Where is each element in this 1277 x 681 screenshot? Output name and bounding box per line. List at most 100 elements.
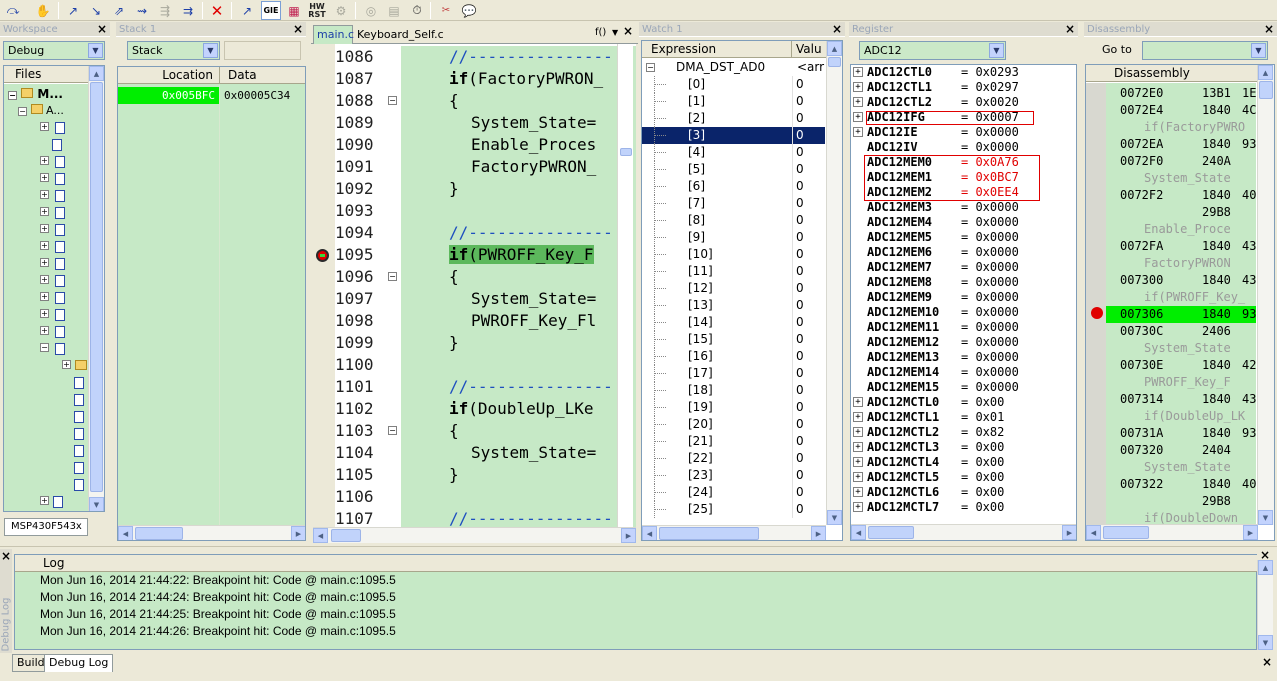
code-line[interactable]: 1096 {− — [313, 266, 636, 288]
file-node[interactable]: + — [40, 275, 80, 289]
chevron-down-icon[interactable]: ▼ — [989, 43, 1004, 58]
disasm-source-row[interactable]: if(FactoryPWRO — [1106, 119, 1256, 136]
tab-keyboard-self-c[interactable]: Keyboard_Self.c — [354, 26, 454, 43]
file-node[interactable]: + — [40, 496, 80, 510]
step-into-icon[interactable]: ↗ — [63, 1, 83, 20]
watch-row[interactable]: [14] 0 — [642, 314, 825, 331]
file-node[interactable]: + — [40, 258, 80, 272]
register-icon[interactable]: ▤ — [384, 1, 404, 20]
register-value[interactable]: = 0x0000 — [961, 290, 1019, 305]
code-line[interactable]: 1098 PWROFF_Key_Fl — [313, 310, 636, 332]
stack-data-cell[interactable]: 0x00005C34 — [222, 87, 305, 104]
disasm-row[interactable]: 007306 1840 93 — [1106, 306, 1256, 323]
register-value[interactable]: = 0x0297 — [961, 80, 1019, 95]
disasm-row[interactable]: 0072F2 1840 40 — [1106, 187, 1256, 204]
disasm-source-row[interactable]: if(DoubleDown — [1106, 510, 1256, 527]
tab-main-c[interactable]: main.c — [313, 25, 354, 44]
timer-icon[interactable]: ⏱ — [407, 1, 427, 20]
register-row[interactable]: + ADC12MCTL5 = 0x00 — [853, 470, 1073, 485]
group-node[interactable]: − A... — [18, 104, 88, 118]
code-text[interactable]: FactoryPWRON_ — [401, 156, 636, 178]
editor-hscroll[interactable]: ◀ ▶ — [313, 527, 636, 543]
watch-row[interactable]: [5] 0 — [642, 161, 825, 178]
register-row[interactable]: ADC12MEM15 = 0x0000 — [853, 380, 1073, 395]
editor-vscroll[interactable] — [617, 44, 633, 527]
register-value[interactable]: = 0x0000 — [961, 320, 1019, 335]
watch-row[interactable]: [12] 0 — [642, 280, 825, 297]
register-value[interactable]: = 0x0000 — [961, 215, 1019, 230]
goto-input[interactable]: ▼ — [1142, 41, 1268, 60]
code-line[interactable]: 1090 Enable_Proces — [313, 134, 636, 156]
register-value[interactable]: = 0x82 — [961, 425, 1004, 440]
register-value[interactable]: = 0x00 — [961, 455, 1004, 470]
register-row[interactable]: ADC12MEM13 = 0x0000 — [853, 350, 1073, 365]
code-line[interactable]: 1095 if(PWROFF_Key_F — [313, 244, 636, 266]
workspace-tab-device[interactable]: MSP430F543x — [4, 518, 88, 536]
register-row[interactable]: ADC12MEM3 = 0x0000 — [853, 200, 1073, 215]
register-value[interactable]: = 0x0000 — [961, 350, 1019, 365]
comment-icon[interactable]: 💬 — [459, 1, 479, 20]
expand-icon[interactable]: + — [853, 442, 863, 452]
code-line[interactable]: 1091 FactoryPWRON_ — [313, 156, 636, 178]
code-line[interactable]: 1105} — [313, 464, 636, 486]
expand-icon[interactable]: + — [853, 67, 863, 77]
register-row[interactable]: + ADC12CTL2 = 0x0020 — [853, 95, 1073, 110]
close-icon[interactable]: × — [1065, 22, 1075, 37]
watch-hscroll[interactable]: ◀ ▶ — [642, 525, 826, 540]
code-text[interactable]: //--------------- — [401, 46, 636, 68]
stack-select[interactable]: Stack ▼ — [127, 41, 220, 60]
collapse-icon[interactable]: − — [388, 272, 397, 281]
register-row[interactable]: ADC12MEM14 = 0x0000 — [853, 365, 1073, 380]
watch-row[interactable]: [19] 0 — [642, 399, 825, 416]
h-file-icon[interactable] — [74, 445, 88, 459]
expand-icon[interactable]: + — [853, 502, 863, 512]
code-text[interactable]: if(DoubleUp_LKe — [401, 398, 636, 420]
register-value[interactable]: = 0x0000 — [961, 305, 1019, 320]
h-file-icon[interactable] — [74, 394, 88, 408]
h-file-icon[interactable] — [74, 428, 88, 442]
expand-icon[interactable]: + — [853, 487, 863, 497]
breakpoint-current-icon[interactable] — [316, 249, 329, 262]
memory-icon[interactable]: ◎ — [361, 1, 381, 20]
register-row[interactable]: ADC12MEM6 = 0x0000 — [853, 245, 1073, 260]
disasm-source-row[interactable]: System_State — [1106, 170, 1256, 187]
disasm-row[interactable]: 007322 1840 40 — [1106, 476, 1256, 493]
disasm-source-row[interactable]: FactoryPWRON — [1106, 255, 1256, 272]
expand-icon[interactable]: + — [853, 112, 863, 122]
file-node[interactable]: + — [40, 326, 80, 340]
code-line[interactable]: 1093 — [313, 200, 636, 222]
register-row[interactable]: ADC12MEM11 = 0x0000 — [853, 320, 1073, 335]
watch-row[interactable]: [24] 0 — [642, 484, 825, 501]
disasm-row[interactable]: 0072F0 240A — [1106, 153, 1256, 170]
workspace-config-select[interactable]: Debug ▼ — [3, 41, 105, 60]
disasm-row[interactable]: 0072EA 1840 93 — [1106, 136, 1256, 153]
close-icon[interactable]: × — [1262, 655, 1272, 669]
register-hscroll[interactable]: ◀ ▶ — [851, 524, 1076, 540]
watch-vscroll[interactable]: ▲ ▼ — [826, 41, 842, 525]
code-line[interactable]: 1092} — [313, 178, 636, 200]
collapse-icon[interactable]: − — [388, 426, 397, 435]
stack-filter-field[interactable] — [224, 41, 301, 60]
watch-row[interactable]: [25] 0 — [642, 501, 825, 518]
file-node[interactable]: + — [40, 241, 80, 255]
register-value[interactable]: = 0x0000 — [961, 335, 1019, 350]
file-node[interactable]: + — [40, 173, 80, 187]
register-group-select[interactable]: ADC12 ▼ — [859, 41, 1006, 60]
code-text[interactable] — [401, 486, 636, 508]
register-value[interactable]: = 0x00 — [961, 440, 1004, 455]
watch-row[interactable]: [20] 0 — [642, 416, 825, 433]
disasm-source-row[interactable]: System_State — [1106, 459, 1256, 476]
h-file-icon[interactable] — [74, 479, 88, 493]
code-text[interactable]: System_State= — [401, 112, 636, 134]
code-text[interactable] — [401, 354, 636, 376]
disasm-source-row[interactable]: if(PWROFF_Key_ — [1106, 289, 1256, 306]
break-icon[interactable]: ⇉ — [178, 1, 198, 20]
code-line[interactable]: 1089 System_State= — [313, 112, 636, 134]
go-icon[interactable]: ⇶ — [155, 1, 175, 20]
code-text[interactable]: //--------------- — [401, 222, 636, 244]
step-out-icon[interactable]: ↘ — [86, 1, 106, 20]
tab-debug-log[interactable]: Debug Log — [44, 654, 114, 672]
disasm-row[interactable]: 0072E4 1840 4C — [1106, 102, 1256, 119]
clear-breakpoints-icon[interactable]: ✂ — [436, 1, 456, 20]
code-line[interactable]: 1087 if(FactoryPWRON_ — [313, 68, 636, 90]
